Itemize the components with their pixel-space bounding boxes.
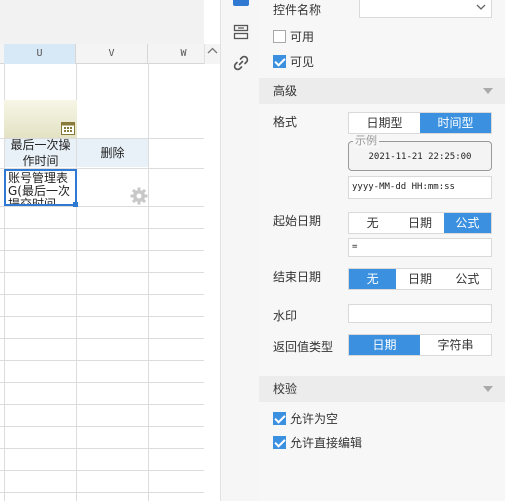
enabled-checkbox[interactable] xyxy=(273,30,286,43)
grid-line xyxy=(0,272,204,273)
visible-label: 可见 xyxy=(290,55,315,69)
grid-line xyxy=(0,470,204,471)
column-header-u[interactable]: U xyxy=(4,44,76,64)
start-date-option-date[interactable]: 日期 xyxy=(396,213,443,233)
grid-line xyxy=(0,294,204,295)
grid-line xyxy=(148,64,149,501)
grid-line xyxy=(0,228,204,229)
spreadsheet-area[interactable]: U V W 最后一次操作时间 删除 账号管理表G(最后一次提交时间 xyxy=(0,0,204,501)
column-header-w[interactable]: W xyxy=(148,44,204,64)
header-cell-delete[interactable]: 删除 xyxy=(77,139,148,167)
grid-line xyxy=(0,360,204,361)
widget-name-label: 控件名称 xyxy=(273,3,322,17)
format-option-time[interactable]: 时间型 xyxy=(420,113,491,133)
return-type-toggle[interactable]: 日期 字符串 xyxy=(348,334,492,356)
visible-checkbox-row[interactable]: 可见 xyxy=(273,53,314,70)
allow-empty-checkbox-row[interactable]: 允许为空 xyxy=(273,410,338,427)
grid-line xyxy=(0,206,204,207)
sheet-toolbar-area xyxy=(0,0,204,44)
format-option-date[interactable]: 日期型 xyxy=(349,113,420,133)
vertical-scrollbar[interactable] xyxy=(204,44,220,64)
grid-line xyxy=(0,426,204,427)
column-header-v[interactable]: V xyxy=(76,44,148,64)
format-pattern-input[interactable]: yyyy-MM-dd HH:mm:ss xyxy=(348,176,492,199)
watermark-input[interactable] xyxy=(348,304,492,323)
collapse-triangle-icon[interactable] xyxy=(483,386,493,392)
allow-direct-edit-label: 允许直接编辑 xyxy=(290,436,363,450)
grid-line xyxy=(0,382,204,383)
end-date-option-formula[interactable]: 公式 xyxy=(444,269,491,289)
end-date-option-none[interactable]: 无 xyxy=(349,269,397,289)
grid-line xyxy=(0,492,204,493)
property-panel: 控件名称 可用 可见 高级 格式 日期型 时间型 示例 2021-11-21 2… xyxy=(259,0,505,501)
end-date-option-date[interactable]: 日期 xyxy=(396,269,443,289)
allow-empty-label: 允许为空 xyxy=(290,412,339,426)
example-value: 2021-11-21 22:25:00 xyxy=(368,152,472,162)
advanced-section-title: 高级 xyxy=(273,84,298,98)
grid-line xyxy=(0,250,204,251)
side-icon-strip xyxy=(220,0,259,501)
widget-name-select[interactable] xyxy=(359,0,492,18)
cell-attribute-icon[interactable] xyxy=(231,22,251,42)
chevron-down-icon xyxy=(476,4,486,10)
end-date-toggle[interactable]: 无 日期 公式 xyxy=(348,268,492,290)
gear-icon[interactable] xyxy=(130,187,148,205)
end-date-label: 结束日期 xyxy=(273,270,322,284)
return-type-label: 返回值类型 xyxy=(273,340,334,354)
calendar-icon[interactable] xyxy=(61,121,75,135)
format-example-box: 示例 2021-11-21 22:25:00 xyxy=(348,134,492,171)
format-toggle[interactable]: 日期型 时间型 xyxy=(348,112,492,134)
scroll-up-arrow-icon[interactable] xyxy=(207,47,218,55)
cell-grid[interactable] xyxy=(0,64,204,501)
enabled-checkbox-row[interactable]: 可用 xyxy=(273,28,314,45)
visible-checkbox[interactable] xyxy=(273,55,286,68)
allow-direct-edit-checkbox[interactable] xyxy=(273,436,286,449)
widget-properties-icon[interactable] xyxy=(231,0,251,10)
enabled-label: 可用 xyxy=(290,30,315,44)
validation-section-title: 校验 xyxy=(273,382,298,396)
advanced-section-header[interactable]: 高级 xyxy=(259,78,505,104)
watermark-label: 水印 xyxy=(273,309,298,323)
selected-cell[interactable]: 账号管理表G(最后一次提交时间 xyxy=(4,169,77,206)
return-type-option-date[interactable]: 日期 xyxy=(349,335,420,355)
start-date-option-formula[interactable]: 公式 xyxy=(443,213,491,233)
example-legend: 示例 xyxy=(353,134,379,148)
allow-empty-checkbox[interactable] xyxy=(273,412,286,425)
return-type-option-string[interactable]: 字符串 xyxy=(420,335,491,355)
format-label: 格式 xyxy=(273,115,298,129)
grid-line xyxy=(0,448,204,449)
collapse-triangle-icon[interactable] xyxy=(483,88,493,94)
column-header-row: U V W xyxy=(0,44,204,64)
start-date-option-none[interactable]: 无 xyxy=(349,213,396,233)
grid-line xyxy=(0,404,204,405)
start-date-label: 起始日期 xyxy=(273,214,322,228)
hyperlink-icon[interactable] xyxy=(231,53,251,73)
fill-handle[interactable] xyxy=(73,202,78,207)
grid-line xyxy=(0,316,204,317)
start-date-formula-input[interactable]: = xyxy=(348,238,492,257)
grid-line xyxy=(0,338,204,339)
start-date-toggle[interactable]: 无 日期 公式 xyxy=(348,212,492,234)
header-cell-last-operation-time[interactable]: 最后一次操作时间 xyxy=(5,138,76,168)
allow-direct-edit-checkbox-row[interactable]: 允许直接编辑 xyxy=(273,434,362,451)
validation-section-header[interactable]: 校验 xyxy=(259,376,505,402)
